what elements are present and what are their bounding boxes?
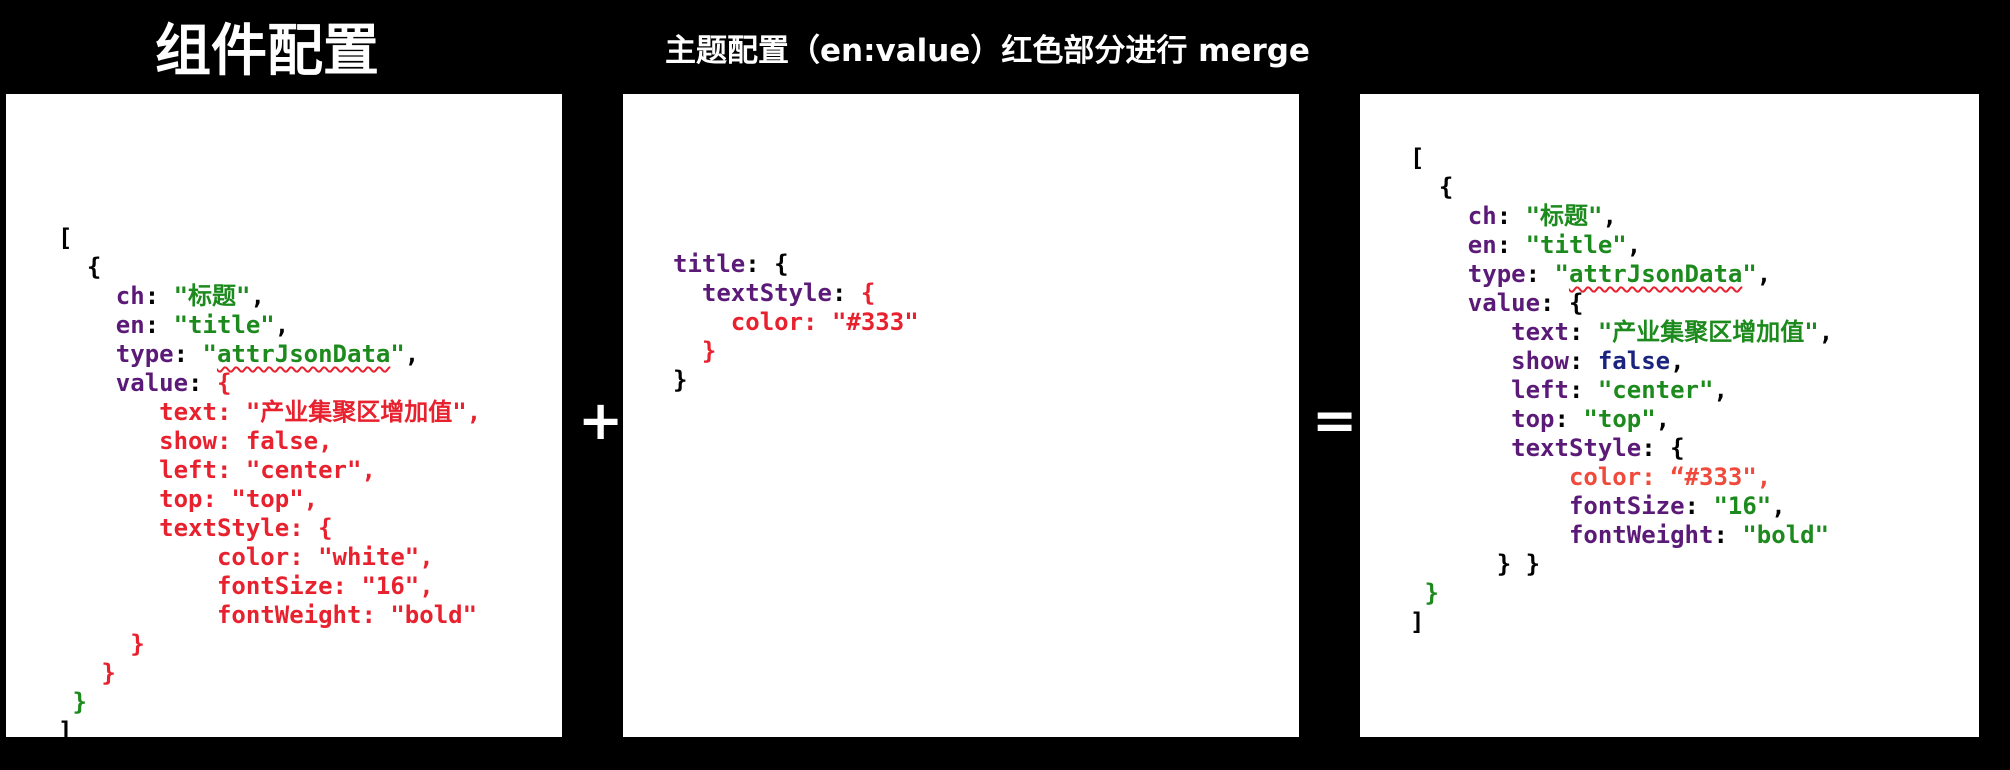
- merged-result-code: [ { ch: "标题", en: "title", type: "attrJs…: [1410, 144, 1834, 636]
- component-config-panel: [ { ch: "标题", en: "title", type: "attrJs…: [6, 94, 562, 745]
- plus-operator: +: [578, 389, 624, 452]
- spellcheck-underline: attrJsonData: [1568, 260, 1743, 288]
- theme-config-heading: 主题配置（en:value）红色部分进行 merge: [665, 33, 1310, 69]
- equals-operator: =: [1312, 389, 1358, 452]
- component-config-heading: 组件配置: [155, 19, 379, 84]
- merged-result-panel: [ { ch: "标题", en: "title", type: "attrJs…: [1360, 94, 1979, 737]
- component-config-code: [ { ch: "标题", en: "title", type: "attrJs…: [58, 224, 482, 745]
- theme-config-panel: title: { textStyle: { color: "#333" } }: [623, 94, 1299, 737]
- theme-config-code: title: { textStyle: { color: "#333" } }: [673, 250, 919, 394]
- spellcheck-underline: attrJsonData: [216, 340, 391, 368]
